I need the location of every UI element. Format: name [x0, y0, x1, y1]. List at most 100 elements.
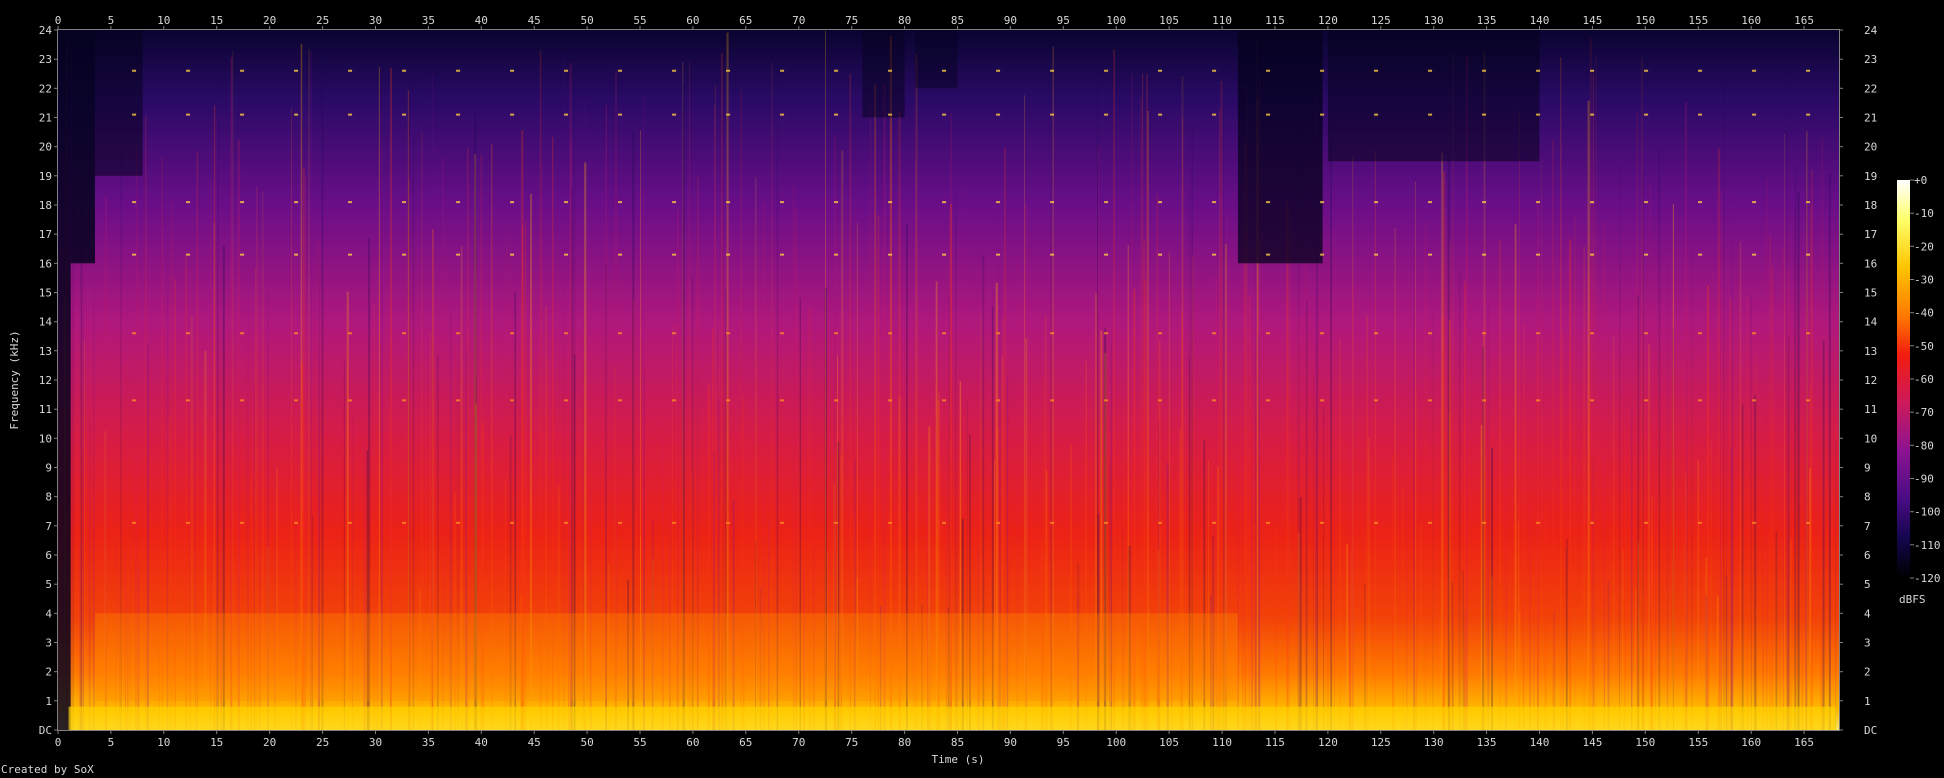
spectrogram-streak — [1619, 167, 1621, 730]
y-tick-label: 17 — [1864, 228, 1877, 241]
spectrogram-streak — [1544, 502, 1547, 730]
spectrogram-streak — [1462, 569, 1464, 730]
spectrogram-streak — [1392, 454, 1394, 730]
x-tick-label: 50 — [580, 14, 593, 27]
spectrogram-streak — [1569, 239, 1572, 730]
y-tick-label: 24 — [39, 24, 53, 37]
spectrogram-streak — [1631, 406, 1633, 730]
spectrogram-streak — [1352, 285, 1354, 730]
x-tick-label: 120 — [1318, 736, 1338, 749]
y-tick-label: 16 — [39, 257, 52, 270]
x-tick-label: 0 — [55, 736, 62, 749]
spectrogram-quiet-region — [1237, 30, 1323, 264]
y-axis-title: Frequency (kHz) — [8, 330, 21, 429]
x-tick-label: 25 — [316, 736, 329, 749]
colorbar-tick-label: -100 — [1914, 506, 1941, 519]
x-tick-label: 20 — [263, 736, 276, 749]
spectrogram-streak — [1464, 281, 1466, 730]
spectrogram-streak — [1636, 112, 1638, 730]
x-tick-label: 55 — [633, 14, 646, 27]
spectrogram-streak — [1835, 440, 1837, 730]
spectrogram-streak — [1368, 437, 1370, 730]
x-tick-label: 15 — [210, 736, 223, 749]
spectrogram-streak — [1413, 218, 1415, 730]
x-tick-label: 45 — [528, 14, 541, 27]
spectrogram-streak — [1595, 54, 1597, 730]
y-tick-label: 17 — [39, 228, 52, 241]
spectrogram-streak — [1402, 487, 1404, 730]
spectrogram-streak — [1794, 167, 1797, 730]
y-tick-label: 19 — [39, 170, 52, 183]
spectrogram-streak — [1754, 395, 1757, 730]
x-tick-label: 90 — [1004, 14, 1017, 27]
x-tick-label: 100 — [1106, 14, 1126, 27]
y-tick-label: 5 — [1864, 578, 1871, 591]
x-tick-label: 45 — [528, 736, 541, 749]
x-tick-label: 125 — [1371, 736, 1391, 749]
x-tick-label: 10 — [157, 14, 170, 27]
spectrogram-streak — [1298, 316, 1301, 730]
y-tick-label: 3 — [1864, 637, 1871, 650]
spectrogram-streak — [88, 419, 91, 730]
colorbar-tick-label: -110 — [1914, 539, 1941, 552]
x-tick-label: 95 — [1057, 14, 1070, 27]
spectrogram-streak — [1684, 472, 1687, 730]
spectrogram-streak — [1766, 178, 1768, 730]
spectrogram-figure: 0 5 10 15 20 25 30 35 40 45 50 55 60 65 70 75 80 85 90 95 10… — [0, 0, 1944, 778]
y-tick-label: 6 — [45, 549, 52, 562]
spectrogram-streak — [1797, 192, 1800, 730]
spectrogram-streak — [1820, 566, 1823, 730]
spectrogram-streak — [1779, 396, 1781, 730]
x-axis-top: 0 5 10 15 20 25 30 35 40 45 50 55 60 65 70 75 80 85 90 95 10… — [55, 14, 1814, 30]
x-tick-label: 40 — [475, 736, 488, 749]
spectrogram-streak — [1719, 251, 1721, 730]
spectrogram-streak — [1346, 544, 1348, 730]
spectrogram-streak — [1286, 199, 1288, 730]
spectrogram-quiet-region — [70, 30, 95, 264]
x-tick-label: 115 — [1265, 736, 1285, 749]
spectrogram-streak — [1458, 273, 1461, 730]
y-axis-right: DC12345678910111213141516171819202122232… — [1839, 24, 1878, 737]
spectrogram-streak — [1415, 388, 1417, 730]
spectrogram-streak — [1374, 150, 1376, 730]
spectrogram-quiet-region — [1327, 30, 1540, 162]
spectrogram-streak — [1588, 274, 1590, 730]
spectrogram-streak — [1771, 266, 1774, 730]
spectrogram-streak — [1323, 406, 1325, 730]
spectrogram-streak — [1762, 539, 1764, 730]
spectrogram-streak — [1805, 334, 1807, 730]
colorbar-label: dBFS — [1899, 593, 1926, 606]
spectrogram-streak — [1603, 221, 1605, 730]
spectrogram-quiet-region — [862, 30, 905, 118]
spectrogram-streak — [1782, 247, 1784, 730]
x-tick-label: 30 — [369, 736, 382, 749]
spectrogram-streak — [1529, 503, 1531, 730]
y-tick-label: 12 — [39, 374, 52, 387]
colorbar-tick-label: -50 — [1914, 340, 1934, 353]
x-tick-label: 130 — [1424, 14, 1444, 27]
x-tick-label: 65 — [739, 14, 752, 27]
x-tick-label: 135 — [1477, 14, 1497, 27]
x-tick-label: 75 — [845, 736, 858, 749]
y-tick-label: 10 — [1864, 432, 1877, 445]
spectrogram-streak — [1612, 335, 1615, 730]
x-tick-label: 140 — [1530, 14, 1550, 27]
spectrogram-streak — [1775, 531, 1778, 730]
spectrogram-streak — [1393, 553, 1395, 730]
y-tick-label: 18 — [39, 199, 52, 212]
spectrogram-streak — [1828, 173, 1831, 730]
spectrogram-streak — [1583, 245, 1585, 730]
x-tick-label: 90 — [1004, 736, 1017, 749]
x-tick-label: 155 — [1688, 736, 1708, 749]
spectrogram-quiet-region — [95, 30, 143, 176]
y-tick-label: 7 — [1864, 520, 1871, 533]
y-tick-label: 7 — [45, 520, 52, 533]
x-tick-label: 130 — [1424, 736, 1444, 749]
x-tick-label: 60 — [686, 14, 699, 27]
spectrogram-streak — [1720, 190, 1722, 730]
x-tick-label: 145 — [1582, 736, 1602, 749]
spectrogram-streak — [1447, 153, 1450, 730]
y-tick-label: 2 — [1864, 666, 1871, 679]
y-tick-label: 5 — [45, 578, 52, 591]
spectrogram-midband — [95, 613, 1238, 701]
